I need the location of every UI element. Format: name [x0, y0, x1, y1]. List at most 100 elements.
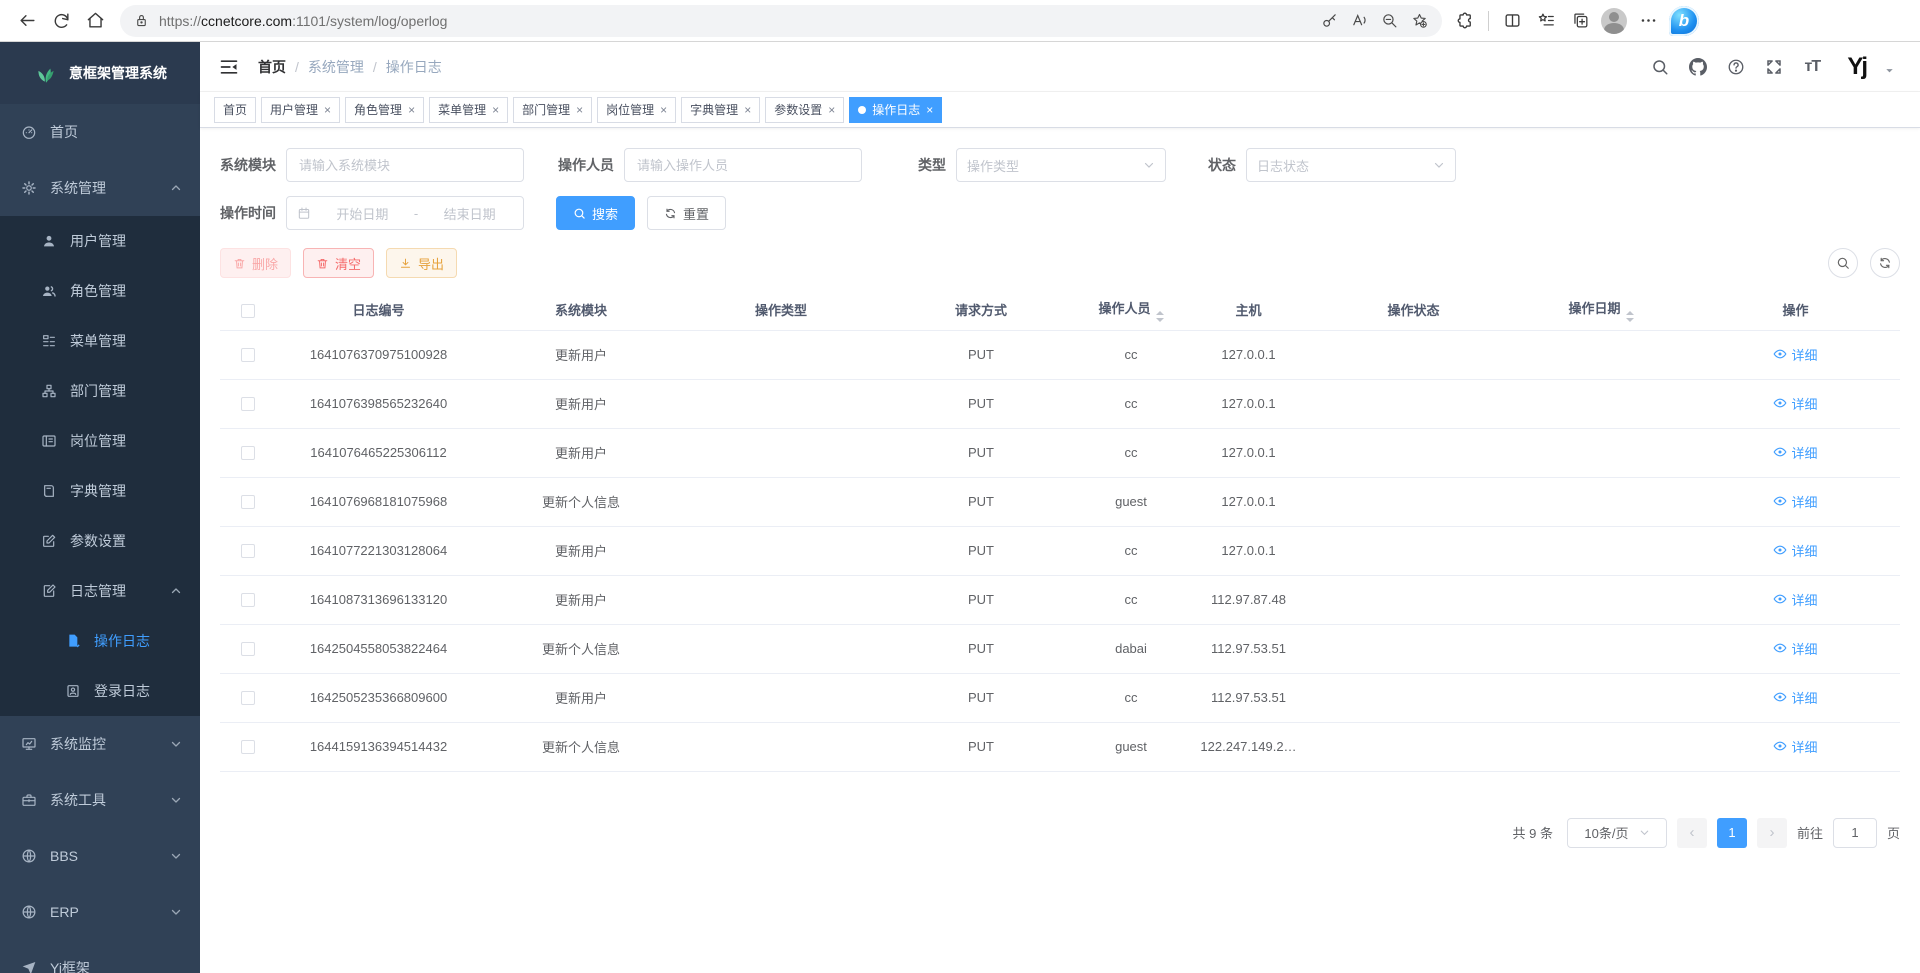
prev-page-button[interactable]: ‹: [1677, 818, 1707, 848]
close-icon[interactable]: ×: [408, 103, 415, 117]
refresh-table-button[interactable]: [1870, 248, 1900, 278]
tab-dict-management[interactable]: 字典管理×: [681, 97, 760, 123]
fullscreen-icon[interactable]: [1759, 52, 1789, 82]
status-select[interactable]: 日志状态: [1246, 148, 1456, 182]
browser-profile-avatar[interactable]: [1597, 4, 1631, 38]
tab-dept-management[interactable]: 部门管理×: [513, 97, 592, 123]
close-icon[interactable]: ×: [744, 103, 751, 117]
breadcrumb-item[interactable]: 首页: [258, 57, 286, 77]
github-icon[interactable]: [1683, 52, 1713, 82]
sidebar-item-bbs[interactable]: BBS: [0, 828, 200, 884]
hide-search-button[interactable]: [1828, 248, 1858, 278]
browser-refresh-button[interactable]: [44, 4, 78, 38]
select-all-checkbox[interactable]: [241, 304, 255, 318]
address-bar[interactable]: https://ccnetcore.com:1101/system/log/op…: [120, 5, 1442, 37]
row-checkbox[interactable]: [241, 348, 255, 362]
sidebar-item-log-management[interactable]: 日志管理: [0, 566, 200, 616]
sidebar-item-menu-management[interactable]: 菜单管理: [0, 316, 200, 366]
browser-menu-icon[interactable]: [1631, 4, 1665, 38]
next-page-button[interactable]: ›: [1757, 818, 1787, 848]
sidebar-item-login-log[interactable]: 登录日志: [0, 666, 200, 716]
delete-button[interactable]: 删除: [220, 248, 291, 278]
sidebar-item-param-settings[interactable]: 参数设置: [0, 516, 200, 566]
app-logo[interactable]: 意框架管理系统: [0, 42, 200, 104]
read-aloud-icon[interactable]: [1344, 7, 1374, 35]
row-checkbox[interactable]: [241, 397, 255, 411]
export-button[interactable]: 导出: [386, 248, 457, 278]
sidebar-item-yi-framework[interactable]: Yi框架: [0, 940, 200, 973]
tab-menu-management[interactable]: 菜单管理×: [429, 97, 508, 123]
page-size-select[interactable]: 10条/页: [1567, 818, 1667, 848]
split-screen-icon[interactable]: [1495, 4, 1529, 38]
browser-back-button[interactable]: [10, 4, 44, 38]
goto-page-input[interactable]: [1833, 818, 1877, 848]
tab-role-management[interactable]: 角色管理×: [345, 97, 424, 123]
sidebar-item-post-management[interactable]: 岗位管理: [0, 416, 200, 466]
row-checkbox[interactable]: [241, 544, 255, 558]
type-select[interactable]: 操作类型: [956, 148, 1166, 182]
search-button[interactable]: 搜索: [556, 196, 635, 230]
row-checkbox[interactable]: [241, 593, 255, 607]
close-icon[interactable]: ×: [660, 103, 667, 117]
search-icon[interactable]: [1645, 52, 1675, 82]
page-1-button[interactable]: 1: [1717, 818, 1747, 848]
zoom-out-icon[interactable]: [1374, 7, 1404, 35]
operator-input[interactable]: [624, 148, 862, 182]
help-icon[interactable]: [1721, 52, 1751, 82]
detail-link[interactable]: 详细: [1773, 639, 1817, 658]
row-checkbox[interactable]: [241, 740, 255, 754]
sidebar-item-system-monitor[interactable]: 系统监控: [0, 716, 200, 772]
sidebar-item-dept-management[interactable]: 部门管理: [0, 366, 200, 416]
sidebar-item-operation-log[interactable]: 操作日志: [0, 616, 200, 666]
sidebar-item-home[interactable]: 首页: [0, 104, 200, 160]
sort-icon[interactable]: [1626, 311, 1634, 322]
tab-user-management[interactable]: 用户管理×: [261, 97, 340, 123]
collections-icon[interactable]: [1563, 4, 1597, 38]
close-icon[interactable]: ×: [926, 103, 933, 117]
row-checkbox[interactable]: [241, 495, 255, 509]
sidebar-fold-icon[interactable]: [216, 54, 242, 80]
sidebar-item-dict-management[interactable]: 字典管理: [0, 466, 200, 516]
clear-button[interactable]: 清空: [303, 248, 374, 278]
tab-operation-log[interactable]: 操作日志×: [849, 97, 942, 123]
password-key-icon[interactable]: [1314, 7, 1344, 35]
detail-link[interactable]: 详细: [1773, 443, 1817, 462]
row-checkbox[interactable]: [241, 691, 255, 705]
profile-caret-down-icon[interactable]: [1874, 56, 1904, 86]
detail-link[interactable]: 详细: [1773, 345, 1817, 364]
row-checkbox[interactable]: [241, 642, 255, 656]
module-input[interactable]: [286, 148, 524, 182]
close-icon[interactable]: ×: [324, 103, 331, 117]
tab-param-settings[interactable]: 参数设置×: [765, 97, 844, 123]
sidebar-item-user-management[interactable]: 用户管理: [0, 216, 200, 266]
extensions-icon[interactable]: [1448, 4, 1482, 38]
font-size-icon[interactable]: тT: [1797, 52, 1827, 82]
column-header[interactable]: 操作人员: [1081, 290, 1181, 330]
detail-link[interactable]: 详细: [1773, 590, 1817, 609]
detail-link[interactable]: 详细: [1773, 688, 1817, 707]
add-favorite-icon[interactable]: [1404, 7, 1434, 35]
sort-icon[interactable]: [1156, 311, 1164, 322]
close-icon[interactable]: ×: [492, 103, 499, 117]
browser-home-button[interactable]: [78, 4, 112, 38]
tab-post-management[interactable]: 岗位管理×: [597, 97, 676, 123]
column-header[interactable]: 操作日期: [1511, 290, 1691, 330]
reset-button[interactable]: 重置: [647, 196, 726, 230]
sidebar-item-erp[interactable]: ERP: [0, 884, 200, 940]
sidebar-item-system-management[interactable]: 系统管理: [0, 160, 200, 216]
row-checkbox[interactable]: [241, 446, 255, 460]
profile-logo[interactable]: Yj: [1847, 53, 1866, 81]
sidebar-item-system-tools[interactable]: 系统工具: [0, 772, 200, 828]
bing-chat-icon[interactable]: b: [1669, 6, 1699, 36]
cell-operation-type: [681, 575, 881, 624]
close-icon[interactable]: ×: [576, 103, 583, 117]
detail-link[interactable]: 详细: [1773, 541, 1817, 560]
favorites-icon[interactable]: [1529, 4, 1563, 38]
sidebar-item-role-management[interactable]: 角色管理: [0, 266, 200, 316]
close-icon[interactable]: ×: [828, 103, 835, 117]
detail-link[interactable]: 详细: [1773, 737, 1817, 756]
date-range-picker[interactable]: 开始日期 - 结束日期: [286, 196, 524, 230]
detail-link[interactable]: 详细: [1773, 492, 1817, 511]
tab-home[interactable]: 首页: [214, 97, 256, 123]
detail-link[interactable]: 详细: [1773, 394, 1817, 413]
